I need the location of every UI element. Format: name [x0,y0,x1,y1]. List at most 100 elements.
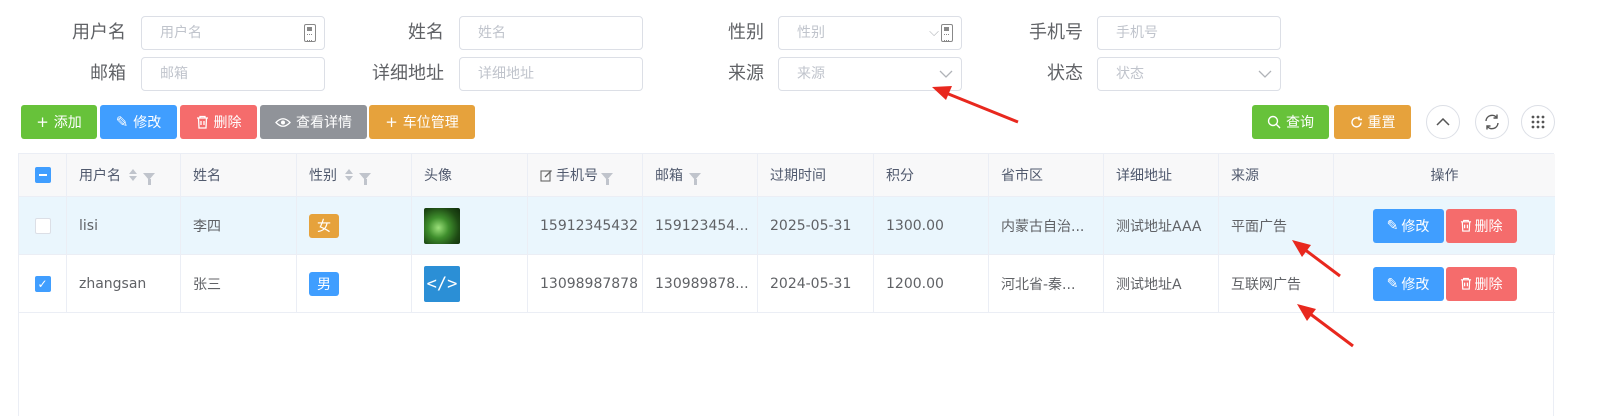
gender-suffix: ⌵ [929,17,953,49]
field-label-username: 用户名 [72,22,126,43]
row-select-cell: ✓ [19,255,67,312]
cell-actions: ✎ 修改 删除 [1334,197,1555,254]
col-expire: 过期时间 [758,154,874,196]
email-input[interactable]: 邮箱 [141,57,325,91]
col-expire-label: 过期时间 [770,168,826,184]
select-all-checkbox[interactable] [34,167,51,183]
filter-icon[interactable] [689,172,701,185]
reset-button-label: 重置 [1367,115,1396,131]
col-name: 姓名 [181,154,297,196]
sort-icon[interactable] [129,169,137,181]
cell-username: lisi [67,197,181,254]
cell-actions: ✎ 修改 删除 [1334,255,1555,312]
query-button[interactable]: 查询 [1252,105,1329,139]
cell-email: 159123454... [643,197,758,254]
row-edit-button[interactable]: ✎ 修改 [1372,208,1444,243]
gender-placeholder: 性别 [797,25,825,41]
col-email[interactable]: 邮箱 [643,154,758,196]
col-region: 省市区 [989,154,1104,196]
calculator-icon [304,24,316,42]
row-edit-label: 修改 [1401,276,1430,293]
view-detail-button[interactable]: 查看详情 [260,105,367,139]
search-form-row-2: 邮箱 邮箱 详细地址 详细地址 来源 来源 状态 状态 [0,56,1598,92]
cell-phone: 15912345432 [528,197,643,254]
address-input[interactable]: 详细地址 [459,57,643,91]
edit-button[interactable]: ✎ 修改 [100,105,177,139]
select-all-cell [19,154,67,196]
col-username-label: 用户名 [79,168,121,184]
col-address-label: 详细地址 [1116,168,1172,184]
cell-name: 李四 [181,197,297,254]
table-row[interactable]: ✓ zhangsan 张三 男 </> 13098987878 13098987… [19,255,1555,313]
field-label-email: 邮箱 [90,63,126,84]
col-phone[interactable]: 手机号 [528,154,643,196]
col-gender[interactable]: 性别 [297,154,412,196]
cell-avatar [412,197,528,254]
phone-placeholder: 手机号 [1116,25,1158,41]
column-settings-button[interactable] [1521,105,1555,139]
query-button-label: 查询 [1286,115,1314,131]
chevron-down-icon-wrap [1258,58,1272,90]
filter-icon[interactable] [359,172,371,185]
gender-tag: 男 [309,271,339,296]
row-select-cell [19,197,67,254]
col-actions-label: 操作 [1430,168,1459,184]
col-name-label: 姓名 [193,168,221,184]
cell-expire: 2025-05-31 [758,197,874,254]
cell-points: 1300.00 [874,197,989,254]
refresh-table-button[interactable] [1475,105,1509,139]
row-delete-label: 删除 [1474,276,1503,293]
avatar[interactable]: </> [424,265,460,302]
filter-icon[interactable] [601,172,613,185]
cell-phone: 13098987878 [528,255,643,312]
cell-gender: 女 [297,197,412,254]
name-input[interactable]: 姓名 [459,16,643,50]
trash-icon [196,115,208,129]
row-checkbox[interactable] [34,217,51,234]
cell-email: 130989878... [643,255,758,312]
row-delete-label: 删除 [1474,218,1503,235]
refresh-icon [1485,114,1499,130]
row-delete-button[interactable]: 删除 [1445,208,1517,243]
status-select[interactable]: 状态 [1097,57,1281,91]
parking-manage-button[interactable]: + 车位管理 [369,105,475,139]
col-points: 积分 [874,154,989,196]
address-placeholder: 详细地址 [478,66,534,82]
plus-icon: + [36,112,49,131]
eye-icon [275,117,291,127]
cell-source: 互联网广告 [1219,255,1334,312]
filter-icon[interactable] [143,172,155,185]
username-input[interactable]: 用户名 [141,16,325,50]
chevron-up-icon [1436,118,1450,126]
trash-icon [1460,219,1471,232]
reset-button[interactable]: 重置 [1334,105,1411,139]
sort-icon[interactable] [345,169,353,181]
collapse-search-button[interactable] [1426,105,1460,139]
add-button[interactable]: + 添加 [21,105,97,139]
data-table: 用户名 姓名 性别 头像 手机号 邮箱 过期时间 积分 省市区 详细地址 来源 … [18,153,1555,416]
cell-username: zhangsan [67,255,181,312]
edit-icon [540,169,552,182]
col-username[interactable]: 用户名 [67,154,181,196]
row-edit-button[interactable]: ✎ 修改 [1372,266,1444,301]
phone-input[interactable]: 手机号 [1097,16,1281,50]
col-region-label: 省市区 [1001,168,1043,184]
row-delete-button[interactable]: 删除 [1445,266,1517,301]
cell-expire: 2024-05-31 [758,255,874,312]
table-row[interactable]: lisi 李四 女 15912345432 159123454... 2025-… [19,197,1555,255]
field-label-source: 来源 [728,63,764,84]
cell-address: 测试地址AAA [1104,197,1219,254]
cell-avatar: </> [412,255,528,312]
cell-region: 河北省-秦... [989,255,1104,312]
row-checkbox[interactable]: ✓ [34,275,51,292]
col-email-label: 邮箱 [655,168,683,184]
cell-gender: 男 [297,255,412,312]
cell-source: 平面广告 [1219,197,1334,254]
source-select[interactable]: 来源 [778,57,962,91]
avatar[interactable] [424,207,460,244]
field-label-gender: 性别 [728,22,764,43]
field-label-name: 姓名 [408,22,444,43]
col-actions: 操作 [1334,154,1555,196]
gender-select[interactable]: 性别 ⌵ [778,16,962,50]
delete-button[interactable]: 删除 [180,105,257,139]
